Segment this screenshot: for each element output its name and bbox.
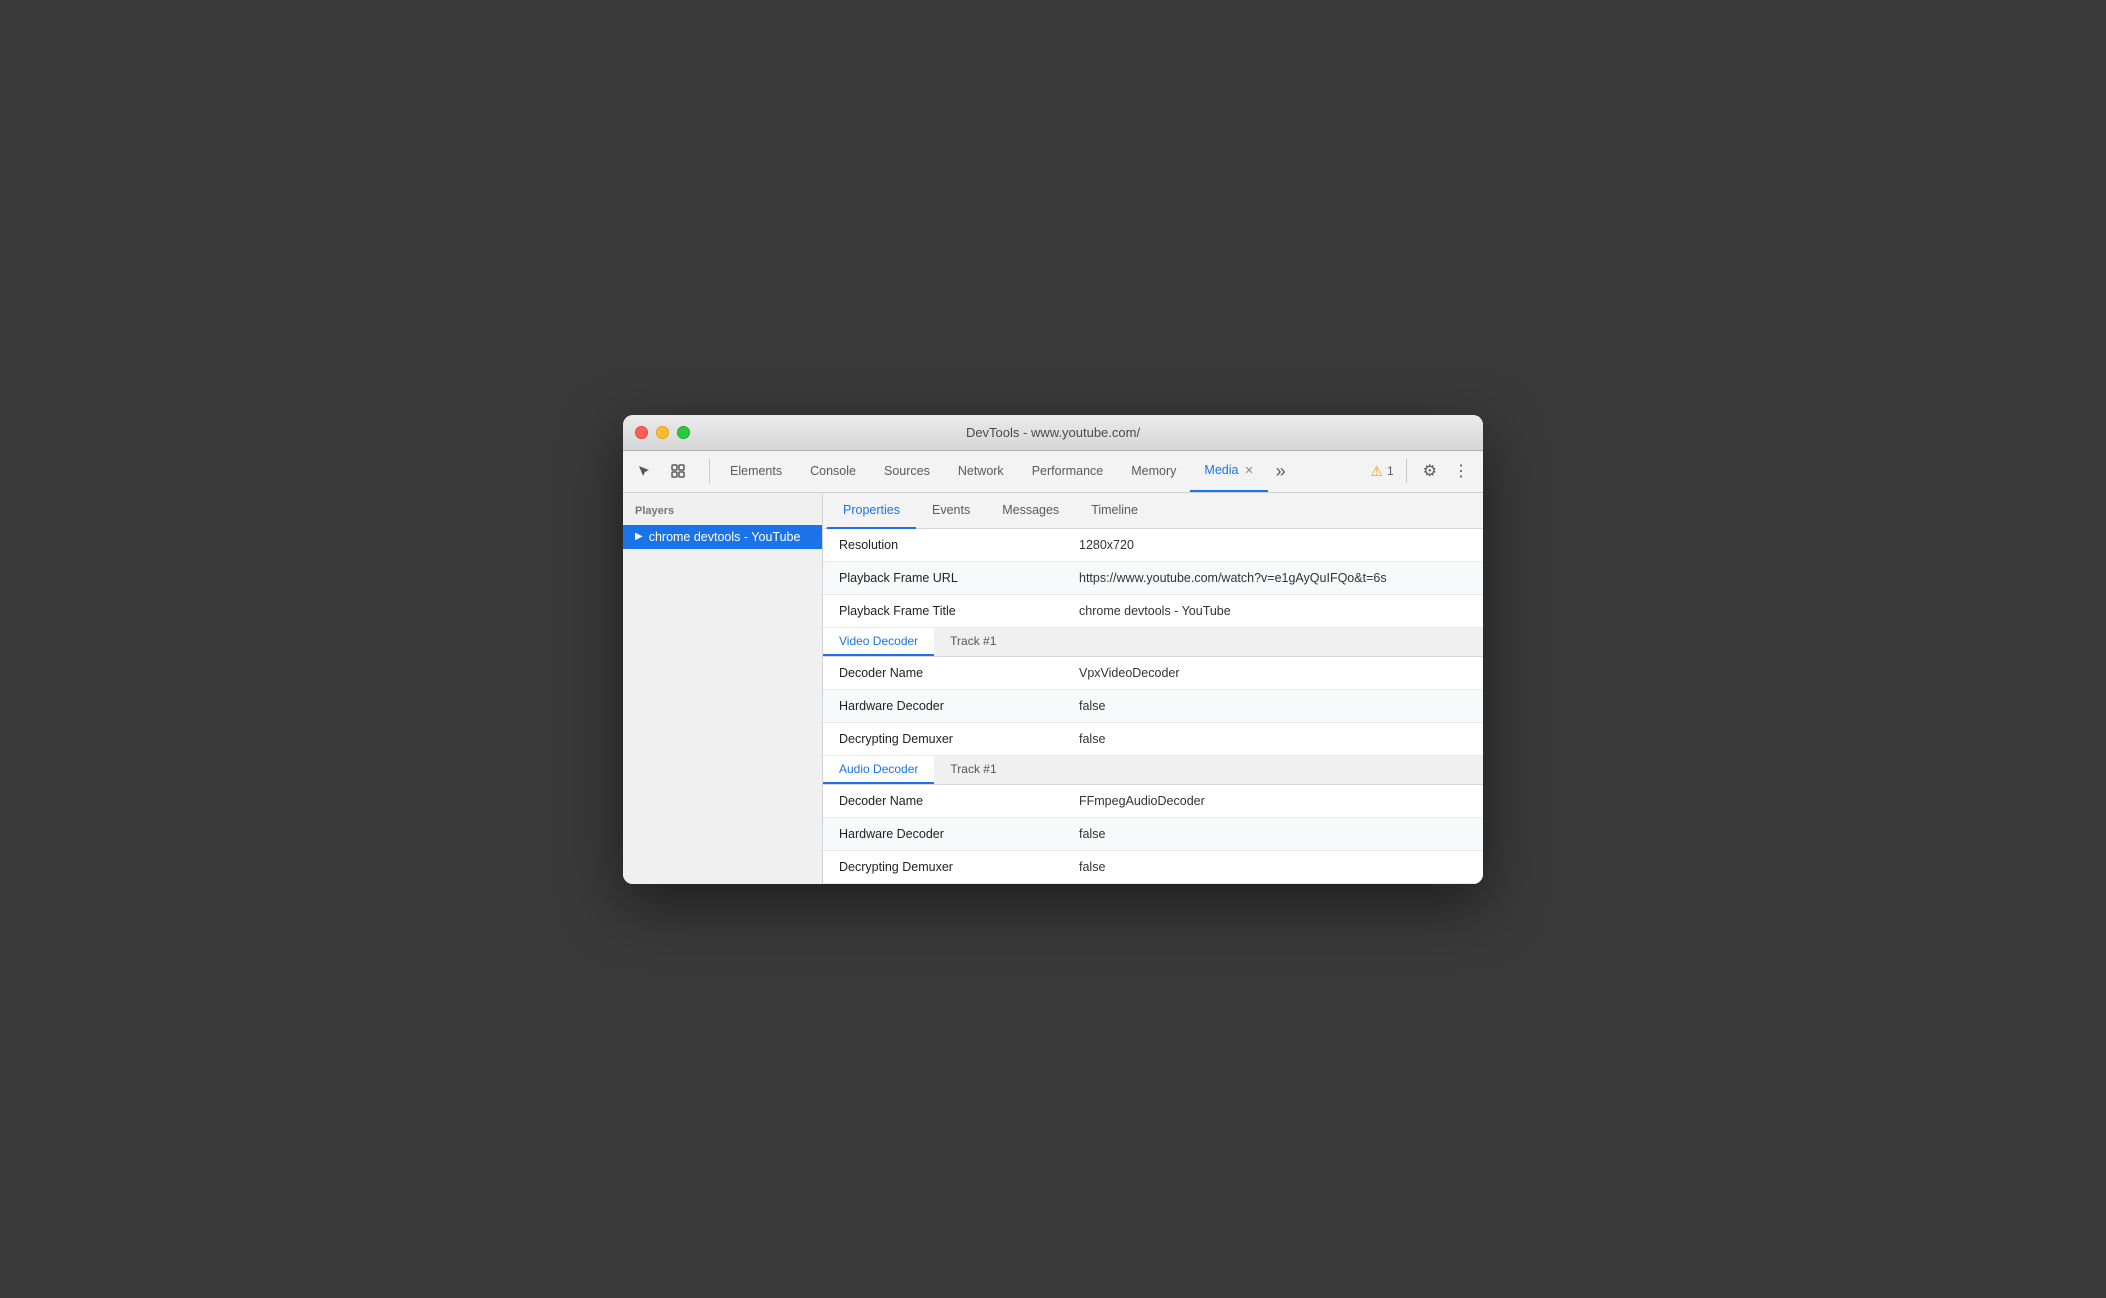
audio-decoder-table: Decoder Name FFmpegAudioDecoder Hardware… — [823, 785, 1483, 884]
more-tabs-button[interactable]: » — [1268, 457, 1294, 486]
prop-key-playback-title: Playback Frame Title — [823, 594, 1063, 627]
settings-button[interactable]: ⚙ — [1419, 457, 1441, 485]
window-title: DevTools - www.youtube.com/ — [966, 425, 1140, 440]
tab-memory[interactable]: Memory — [1117, 451, 1190, 492]
sidebar-item-youtube[interactable]: ▶ chrome devtools - YouTube — [623, 525, 822, 549]
section-tab-audio-decoder[interactable]: Audio Decoder — [823, 756, 934, 784]
table-row: Playback Frame URL https://www.youtube.c… — [823, 561, 1483, 594]
maximize-button[interactable] — [677, 426, 690, 439]
sidebar-header: Players — [623, 501, 822, 525]
prop-value-video-decoder-name: VpxVideoDecoder — [1063, 657, 1483, 690]
section-tab-audio-track1[interactable]: Track #1 — [934, 756, 1012, 784]
prop-value-playback-title: chrome devtools - YouTube — [1063, 594, 1483, 627]
cursor-icon[interactable] — [631, 458, 657, 484]
section-tab-video-decoder[interactable]: Video Decoder — [823, 628, 934, 656]
prop-value-video-hw-decoder: false — [1063, 689, 1483, 722]
close-button[interactable] — [635, 426, 648, 439]
tab-performance[interactable]: Performance — [1018, 451, 1118, 492]
minimize-button[interactable] — [656, 426, 669, 439]
sub-tab-properties[interactable]: Properties — [827, 494, 916, 529]
toolbar: Elements Console Sources Network Perform… — [623, 451, 1483, 493]
table-row: Decoder Name FFmpegAudioDecoder — [823, 785, 1483, 818]
toolbar-icons — [631, 458, 691, 484]
tab-elements[interactable]: Elements — [716, 451, 796, 492]
tab-media-close[interactable]: ✕ — [1244, 464, 1253, 477]
prop-key-audio-demuxer: Decrypting Demuxer — [823, 850, 1063, 883]
prop-key-video-hw-decoder: Hardware Decoder — [823, 689, 1063, 722]
prop-value-audio-decoder-name: FFmpegAudioDecoder — [1063, 785, 1483, 818]
expand-arrow-icon: ▶ — [635, 531, 643, 542]
prop-key-video-demuxer: Decrypting Demuxer — [823, 722, 1063, 755]
traffic-lights — [635, 426, 690, 439]
prop-value-audio-demuxer: false — [1063, 850, 1483, 883]
video-decoder-section-tabs: Video Decoder Track #1 — [823, 628, 1483, 657]
main-area: Players ▶ chrome devtools - YouTube Prop… — [623, 493, 1483, 884]
table-row: Playback Frame Title chrome devtools - Y… — [823, 594, 1483, 627]
table-row: Hardware Decoder false — [823, 689, 1483, 722]
table-row: Decrypting Demuxer false — [823, 850, 1483, 883]
prop-key-audio-decoder-name: Decoder Name — [823, 785, 1063, 818]
prop-key-resolution: Resolution — [823, 529, 1063, 562]
section-tab-video-track1[interactable]: Track #1 — [934, 628, 1012, 656]
sub-tab-timeline[interactable]: Timeline — [1075, 494, 1154, 529]
warning-icon: ⚠ — [1370, 463, 1383, 480]
tab-bar: Elements Console Sources Network Perform… — [716, 451, 1370, 492]
tab-media[interactable]: Media ✕ — [1190, 451, 1267, 492]
tab-console[interactable]: Console — [796, 451, 870, 492]
table-row: Resolution 1280x720 — [823, 529, 1483, 562]
warning-badge[interactable]: ⚠ 1 — [1370, 463, 1393, 480]
devtools-window: DevTools - www.youtube.com/ Elements — [623, 415, 1483, 884]
prop-key-video-decoder-name: Decoder Name — [823, 657, 1063, 690]
sidebar: Players ▶ chrome devtools - YouTube — [623, 493, 823, 884]
toolbar-right-divider — [1406, 459, 1407, 483]
sub-tab-events[interactable]: Events — [916, 494, 986, 529]
prop-key-audio-hw-decoder: Hardware Decoder — [823, 817, 1063, 850]
sub-tabbar: Properties Events Messages Timeline — [823, 493, 1483, 529]
prop-value-video-demuxer: false — [1063, 722, 1483, 755]
more-options-button[interactable]: ⋮ — [1447, 459, 1475, 483]
content-scroll[interactable]: Resolution 1280x720 Playback Frame URL h… — [823, 529, 1483, 884]
toolbar-divider — [709, 459, 710, 483]
table-row: Decrypting Demuxer false — [823, 722, 1483, 755]
tab-sources[interactable]: Sources — [870, 451, 944, 492]
video-decoder-table: Decoder Name VpxVideoDecoder Hardware De… — [823, 657, 1483, 756]
prop-value-audio-hw-decoder: false — [1063, 817, 1483, 850]
table-row: Hardware Decoder false — [823, 817, 1483, 850]
prop-value-resolution: 1280x720 — [1063, 529, 1483, 562]
content-panel: Properties Events Messages Timeline Re — [823, 493, 1483, 884]
properties-table: Resolution 1280x720 Playback Frame URL h… — [823, 529, 1483, 628]
toolbar-right: ⚠ 1 ⚙ ⋮ — [1370, 457, 1475, 485]
titlebar: DevTools - www.youtube.com/ — [623, 415, 1483, 451]
sub-tab-messages[interactable]: Messages — [986, 494, 1075, 529]
inspect-icon[interactable] — [665, 458, 691, 484]
prop-value-playback-url: https://www.youtube.com/watch?v=e1gAyQuI… — [1063, 561, 1483, 594]
tab-network[interactable]: Network — [944, 451, 1018, 492]
table-row: Decoder Name VpxVideoDecoder — [823, 657, 1483, 690]
audio-decoder-section-tabs: Audio Decoder Track #1 — [823, 756, 1483, 785]
prop-key-playback-url: Playback Frame URL — [823, 561, 1063, 594]
